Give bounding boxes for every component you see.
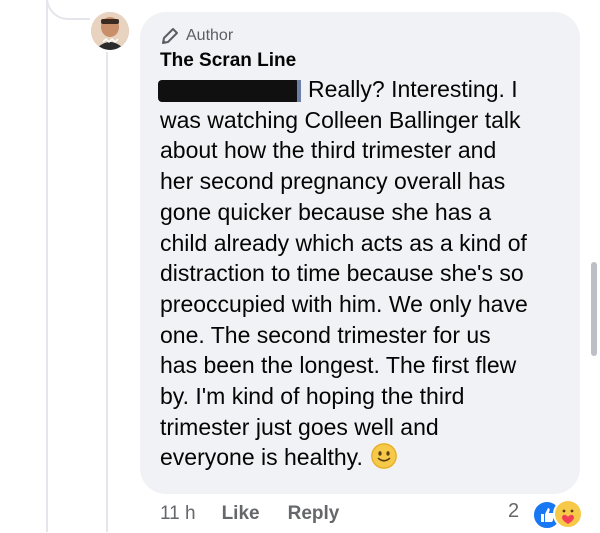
reply-button[interactable]: Reply xyxy=(288,503,340,525)
care-icon[interactable] xyxy=(553,499,583,529)
avatar[interactable] xyxy=(91,12,129,50)
pencil-icon xyxy=(162,28,178,44)
comment-body: Really? Interesting. I was watching Coll… xyxy=(160,74,570,473)
comment-text: Really? Interesting. I was watching Coll… xyxy=(160,76,528,471)
thread-connector-line xyxy=(46,0,48,532)
reply-thread-line xyxy=(106,52,108,532)
comment-timestamp[interactable]: 11 h xyxy=(160,503,196,525)
slightly-smiling-face-icon xyxy=(370,443,397,470)
reaction-count[interactable]: 2 xyxy=(508,500,519,523)
comment-actions: 11 h Like Reply xyxy=(160,500,339,528)
scrollbar[interactable] xyxy=(591,262,597,356)
comment-author-name[interactable]: The Scran Line xyxy=(160,50,296,72)
author-badge: Author xyxy=(160,24,233,48)
thread-connector-curve xyxy=(46,0,90,20)
author-badge-label: Author xyxy=(186,27,234,44)
like-button[interactable]: Like xyxy=(222,503,260,525)
